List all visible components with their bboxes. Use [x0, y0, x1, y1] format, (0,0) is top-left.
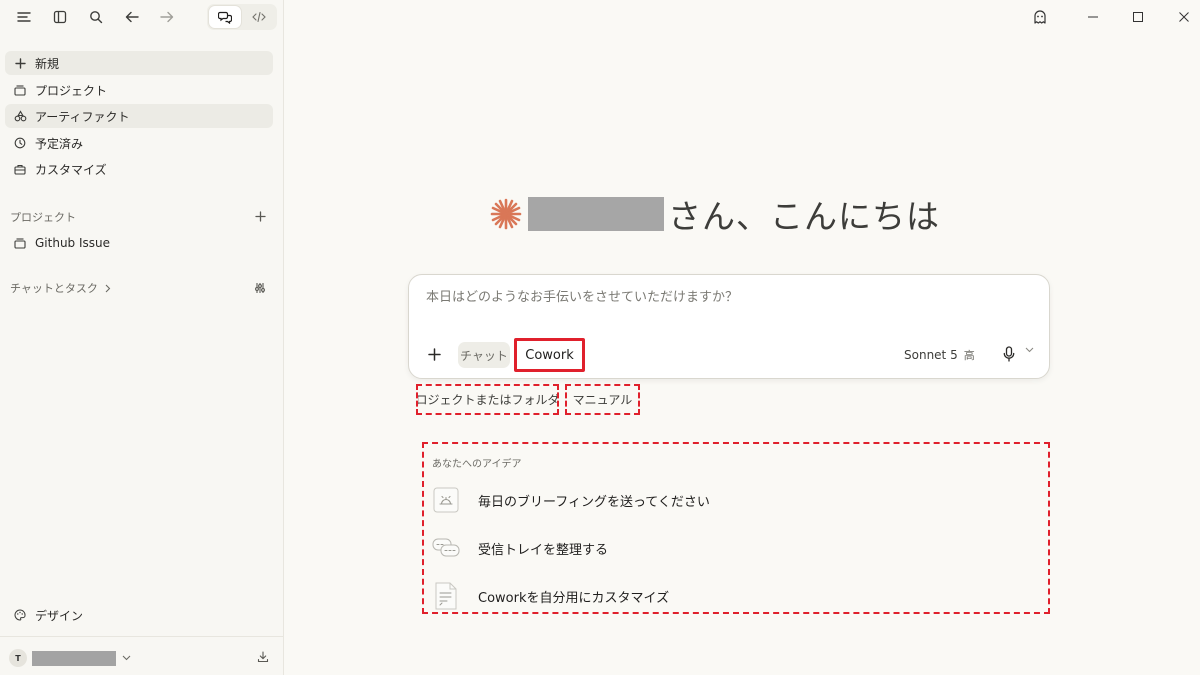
nav-label: 予定済み: [35, 136, 84, 151]
add-project-plus-icon[interactable]: [252, 208, 268, 224]
model-effort: 高: [963, 349, 975, 362]
sidebar-toggle-icon[interactable]: [50, 7, 70, 27]
greeting-text: さん、こんにちは: [668, 197, 940, 236]
nav-new-chat[interactable]: 新規: [5, 51, 273, 75]
prompt-input[interactable]: [426, 290, 1026, 305]
mode-toggle: [207, 4, 277, 30]
idea-organize-inbox[interactable]: 受信トレイを整理する: [432, 533, 1042, 563]
nav-label: 新規: [35, 56, 60, 71]
briefcase-icon: [13, 162, 27, 176]
folder-icon: [13, 83, 27, 97]
nav-label: カスタマイズ: [35, 162, 107, 177]
palette-icon: [13, 608, 27, 622]
nav-label: デザイン: [35, 608, 84, 623]
close-icon[interactable]: [1175, 8, 1193, 26]
greeting: さん、こんにちは: [488, 194, 940, 236]
chevron-down-icon: [122, 655, 131, 661]
model-selector[interactable]: Sonnet 5 高: [904, 347, 975, 363]
chevron-right-icon: [105, 284, 111, 293]
ideas-label: あなたへのアイデア: [432, 459, 522, 470]
sidebar-divider: [0, 636, 284, 637]
forward-arrow-icon[interactable]: [157, 7, 177, 27]
redacted-user-name: [32, 650, 116, 666]
composer: チャット Cowork Sonnet 5 高: [408, 274, 1050, 379]
project-or-folder-button[interactable]: プロジェクトまたはフォルダー: [416, 384, 559, 415]
model-name: Sonnet 5: [904, 348, 958, 362]
back-arrow-icon[interactable]: [122, 7, 142, 27]
search-icon[interactable]: [86, 7, 106, 27]
claude-logo-icon: [488, 196, 524, 232]
ideas-panel: あなたへのアイデア 毎日のブリーフィングを送ってください 受信トレイを整理する …: [422, 442, 1050, 614]
chat-bubbles-icon[interactable]: [209, 6, 241, 28]
attach-plus-icon[interactable]: [425, 345, 443, 363]
nav-customize[interactable]: カスタマイズ: [5, 157, 273, 181]
folder-icon: [13, 236, 27, 250]
code-icon[interactable]: [243, 6, 275, 28]
nav-scheduled[interactable]: 予定済み: [5, 131, 273, 155]
download-icon[interactable]: [255, 649, 271, 665]
sidebar: 新規 プロジェクト アーティファクト 予定済み カスタマイズ プロジェクト Gi…: [0, 0, 284, 675]
idea-label: 毎日のブリーフィングを送ってください: [478, 494, 710, 510]
nav-label: アーティファクト: [35, 109, 130, 124]
sidebar-topbar: [0, 0, 284, 34]
mode-cowork-chip[interactable]: Cowork: [514, 338, 585, 372]
ghost-icon[interactable]: [1031, 8, 1049, 26]
filter-sliders-icon[interactable]: [252, 280, 268, 296]
nav-label: プロジェクト: [35, 83, 108, 98]
maximize-icon[interactable]: [1129, 8, 1147, 26]
nav-projects[interactable]: プロジェクト: [5, 78, 273, 102]
nav-artifacts[interactable]: アーティファクト: [5, 104, 273, 128]
minimize-icon[interactable]: [1084, 8, 1102, 26]
document-icon: [432, 582, 460, 610]
idea-label: 受信トレイを整理する: [478, 542, 609, 558]
manual-button[interactable]: マニュアル: [565, 384, 640, 415]
plus-icon: [13, 56, 27, 70]
project-item-github-issue[interactable]: Github Issue: [5, 231, 273, 255]
mode-chat-chip[interactable]: チャット: [458, 342, 510, 368]
user-menu[interactable]: T: [9, 648, 131, 668]
projects-section-label: プロジェクト: [10, 211, 76, 224]
chats-section-label: チャットとタスク: [10, 282, 98, 295]
project-label: Github Issue: [35, 236, 111, 250]
inbox-chat-icon: [432, 534, 460, 562]
menu-icon[interactable]: [14, 7, 34, 27]
avatar: T: [9, 649, 27, 667]
chats-section-toggle[interactable]: チャットとタスク: [10, 280, 111, 296]
redacted-greeting-name: [528, 197, 664, 231]
idea-daily-briefing[interactable]: 毎日のブリーフィングを送ってください: [432, 485, 1042, 515]
bell-icon: [432, 486, 460, 514]
clock-icon: [13, 136, 27, 150]
idea-label: Coworkを自分用にカスタマイズ: [478, 590, 670, 606]
nav-design[interactable]: デザイン: [5, 603, 273, 627]
microphone-icon[interactable]: [1001, 345, 1017, 363]
chevron-down-icon[interactable]: [1025, 347, 1034, 353]
idea-customize-cowork[interactable]: Coworkを自分用にカスタマイズ: [432, 581, 1042, 611]
artifacts-icon: [13, 109, 27, 123]
